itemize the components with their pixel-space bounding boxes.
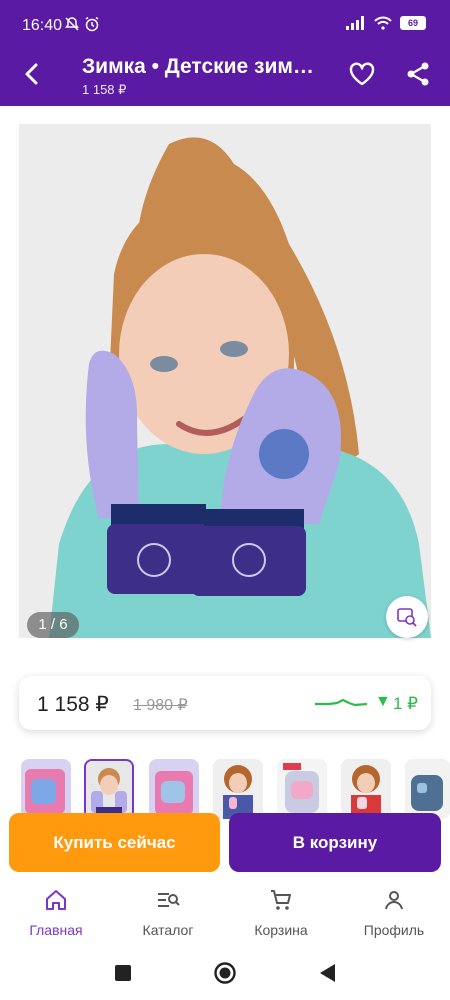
profile-icon <box>385 891 403 910</box>
nav-label-profile: Профиль <box>363 922 425 938</box>
status-left-icons <box>64 16 100 32</box>
share-icon[interactable] <box>404 60 432 88</box>
status-right-icons: 69 <box>346 16 426 30</box>
battery-indicator: 69 <box>400 16 426 30</box>
nav-label-catalog: Каталог <box>142 922 194 938</box>
status-bar: 16:40 69 <box>0 0 450 44</box>
wifi-icon <box>374 16 392 30</box>
catalog-search-icon <box>158 893 180 907</box>
alarm-icon <box>85 16 99 32</box>
recents-square-icon[interactable] <box>114 964 132 982</box>
visual-search-button[interactable] <box>386 596 428 638</box>
thumbnail-6[interactable] <box>341 759 391 819</box>
image-counter: 1 / 6 <box>27 612 79 638</box>
back-arrow-icon[interactable] <box>18 60 46 88</box>
title-block: Зимка • Детские зим… 1 158 ₽ <box>82 55 332 98</box>
system-nav-bar <box>0 952 450 1000</box>
add-to-cart-button[interactable]: В корзину <box>229 813 441 872</box>
buy-now-button[interactable]: Купить сейчас <box>9 813 220 872</box>
nav-item-cart[interactable]: Корзина <box>225 888 337 938</box>
page-subtitle-price: 1 158 ₽ <box>82 82 127 97</box>
bottom-nav: Главная Каталог Корзина Профиль <box>0 880 450 952</box>
nav-item-home[interactable]: Главная <box>0 888 112 938</box>
app-bar: Зимка • Детские зим… 1 158 ₽ <box>0 44 450 106</box>
price-trend-sparkline <box>315 698 367 707</box>
old-price: 1 980 ₽ <box>133 697 188 714</box>
status-time: 16:40 <box>22 17 63 34</box>
signal-icon <box>346 16 364 30</box>
page-title: Зимка • Детские зим… <box>82 55 314 78</box>
back-triangle-icon[interactable] <box>318 963 336 983</box>
thumbnail-1[interactable] <box>21 759 71 819</box>
favorite-heart-icon[interactable] <box>348 60 376 88</box>
muted-bell-icon <box>65 17 79 31</box>
nav-label-cart: Корзина <box>254 922 308 938</box>
thumbnail-4[interactable] <box>213 759 263 819</box>
price-card[interactable]: 1 158 ₽ 1 980 ₽ ▼ 1 ₽ <box>19 676 431 730</box>
nav-item-profile[interactable]: Профиль <box>338 888 450 938</box>
product-photo <box>19 124 431 638</box>
thumbnail-2[interactable] <box>84 759 134 819</box>
nav-label-home: Главная <box>29 922 83 938</box>
thumbnail-7[interactable] <box>405 759 450 819</box>
image-search-icon <box>397 608 417 627</box>
nav-item-catalog[interactable]: Каталог <box>112 888 224 938</box>
price-drop-arrow-icon: ▼ <box>375 693 391 710</box>
price-drop-value: 1 ₽ <box>393 694 418 713</box>
home-icon <box>46 890 66 910</box>
home-circle-icon[interactable] <box>213 961 237 985</box>
cart-icon <box>271 890 291 910</box>
thumbnail-3[interactable] <box>149 759 199 819</box>
current-price: 1 158 ₽ <box>37 693 109 716</box>
product-image[interactable] <box>19 124 431 638</box>
thumbnail-5[interactable] <box>277 759 327 819</box>
